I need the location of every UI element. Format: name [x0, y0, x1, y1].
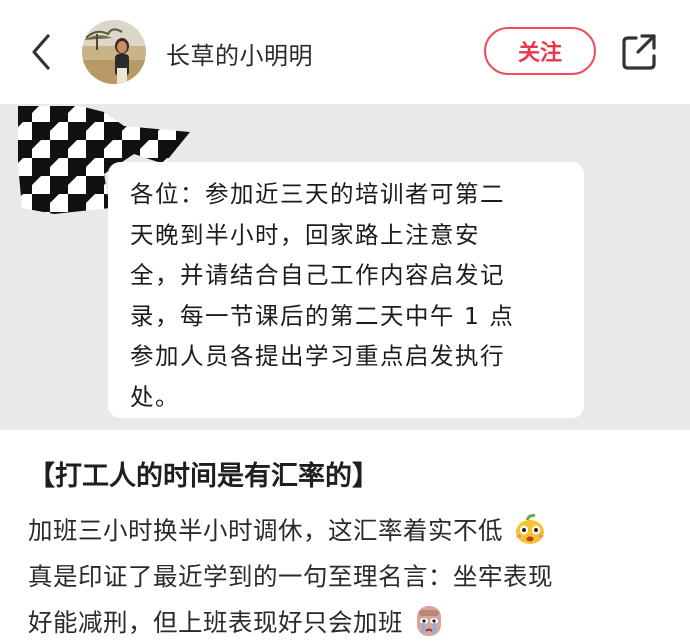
- back-arrow-icon: [32, 34, 50, 70]
- chat-screenshot: 各位：参加近三天的培训者可第二 天晚到半小时，回家路上注意安 全，并请结合自己工…: [0, 104, 690, 430]
- post-title: 【打工人的时间是有汇率的】: [28, 461, 379, 492]
- crying-face-emoji-icon: [413, 604, 445, 644]
- post-content: 【打工人的时间是有汇率的】 加班三小时换半小时调休，这汇率着实不低 真是印证了最…: [0, 430, 690, 642]
- post-text: 真是印证了最近学到的一句至理名言：坐牢表现: [28, 562, 553, 591]
- message-bubble: 各位：参加近三天的培训者可第二 天晚到半小时，回家路上注意安 全，并请结合自己工…: [108, 162, 584, 418]
- back-button[interactable]: [22, 30, 62, 74]
- share-icon: [622, 34, 656, 70]
- author-avatar[interactable]: [82, 20, 146, 84]
- follow-button[interactable]: 关注: [484, 27, 596, 75]
- post-text-line: 真是印证了最近学到的一句至理名言：坐牢表现: [28, 558, 553, 593]
- post-text: 好能减刑，但上班表现好只会加班: [28, 608, 403, 637]
- post-text: 加班三小时换半小时调休，这汇率着实不低: [28, 516, 503, 545]
- top-bar: 长草的小明明 关注: [0, 0, 690, 104]
- share-button[interactable]: [620, 32, 660, 72]
- surprised-pear-emoji-icon: [513, 512, 547, 552]
- author-name[interactable]: 长草的小明明: [166, 36, 313, 71]
- post-text-line: 加班三小时换半小时调休，这汇率着实不低: [28, 512, 547, 552]
- post-text-line: 好能减刑，但上班表现好只会加班: [28, 604, 445, 644]
- message-text: 各位：参加近三天的培训者可第二 天晚到半小时，回家路上注意安 全，并请结合自己工…: [130, 180, 515, 411]
